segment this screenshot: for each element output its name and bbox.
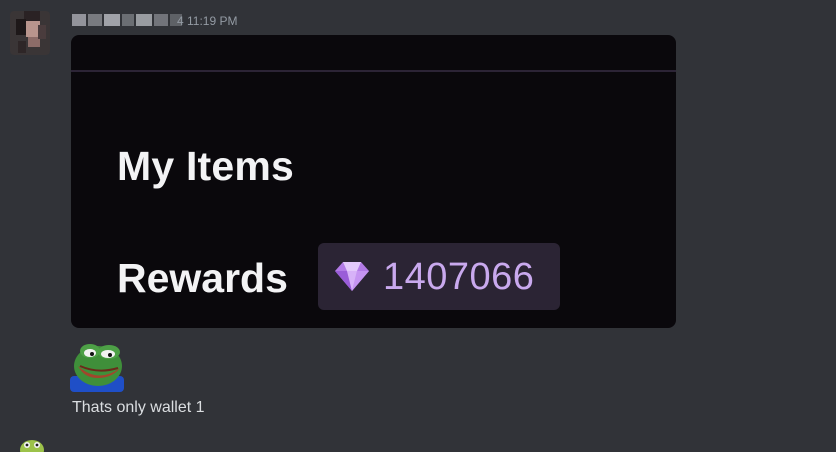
next-user-avatar[interactable] — [16, 436, 48, 452]
message-content: Thats only wallet 1 — [72, 399, 205, 416]
author-name-redacted[interactable] — [72, 13, 182, 27]
pepe-emoji-icon[interactable] — [70, 340, 124, 392]
rewards-label: Rewards — [117, 255, 288, 301]
message-timestamp[interactable]: 4 11:19 PM — [177, 14, 237, 28]
rewards-amount: 1407066 — [383, 256, 535, 298]
user-avatar[interactable] — [10, 11, 50, 55]
section-title: My Items — [117, 143, 295, 189]
divider — [71, 70, 676, 72]
gem-icon — [335, 262, 369, 291]
image-attachment[interactable]: My Items Rewards 1407066 — [71, 35, 676, 328]
rewards-badge: 1407066 — [318, 243, 560, 310]
